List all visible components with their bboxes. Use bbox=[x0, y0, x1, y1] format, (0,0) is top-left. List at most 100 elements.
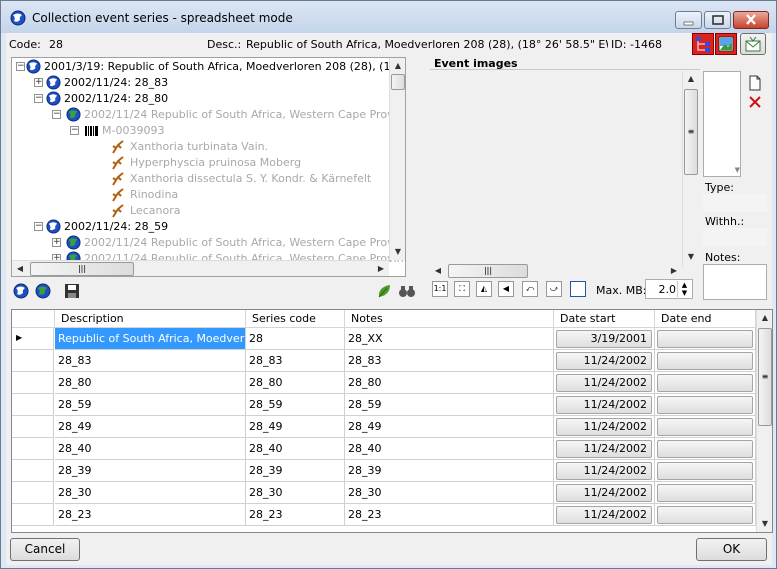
grid-cell-code[interactable]: 28_59 bbox=[246, 394, 345, 416]
grid-cell-notes[interactable]: 28_59 bbox=[345, 394, 554, 416]
row-header[interactable] bbox=[12, 350, 54, 372]
grid-cell-code[interactable]: 28 bbox=[246, 328, 345, 350]
collapse-icon[interactable]: − bbox=[34, 94, 43, 103]
scroll-left-icon[interactable]: ◀ bbox=[430, 263, 446, 279]
row-header[interactable] bbox=[12, 460, 54, 482]
col-header-date-start[interactable]: Date start bbox=[554, 310, 655, 328]
scroll-thumb[interactable]: ≡ bbox=[684, 89, 698, 175]
row-header[interactable] bbox=[12, 482, 54, 504]
grid-cell-code[interactable]: 28_30 bbox=[246, 482, 345, 504]
date-end-button[interactable] bbox=[657, 352, 753, 370]
grid-vertical-scrollbar[interactable]: ▲ ≡ ▼ bbox=[756, 310, 772, 532]
grid-cell-notes[interactable]: 28_23 bbox=[345, 504, 554, 526]
date-end-button[interactable] bbox=[657, 374, 753, 392]
grid-cell-description[interactable]: 28_23 bbox=[55, 504, 246, 526]
expand-icon[interactable]: + bbox=[34, 78, 43, 87]
grid-cell-code[interactable]: 28_23 bbox=[246, 504, 345, 526]
grid-cell-code[interactable]: 28_83 bbox=[246, 350, 345, 372]
expand-icon[interactable]: + bbox=[52, 238, 61, 247]
row-header[interactable]: ▶ bbox=[12, 328, 54, 350]
image-list-scrollbar[interactable]: ▲ ≡ ▼ bbox=[682, 71, 699, 267]
grid-cell-description[interactable]: 28_59 bbox=[55, 394, 246, 416]
fit-to-window-icon[interactable]: ⛶ bbox=[454, 281, 470, 297]
scroll-thumb[interactable]: ≡ bbox=[758, 328, 772, 426]
date-start-button[interactable]: 11/24/2002 bbox=[556, 506, 652, 524]
leaf-icon[interactable] bbox=[376, 283, 392, 299]
grid-cell-code[interactable]: 28_40 bbox=[246, 438, 345, 460]
new-document-icon[interactable] bbox=[748, 75, 762, 91]
scroll-up-icon[interactable]: ▲ bbox=[757, 310, 772, 326]
rotate-right-icon[interactable]: ⤻ bbox=[546, 281, 562, 297]
image-thumbnail-list[interactable]: ▼ bbox=[703, 71, 741, 177]
date-start-button[interactable]: 11/24/2002 bbox=[556, 484, 652, 502]
scroll-thumb[interactable]: ||| bbox=[448, 264, 528, 278]
date-start-button[interactable]: 11/24/2002 bbox=[556, 352, 652, 370]
grid-cell-description[interactable]: 28_30 bbox=[55, 482, 246, 504]
date-end-button[interactable] bbox=[657, 462, 753, 480]
scroll-left-icon[interactable]: ◀ bbox=[12, 261, 28, 276]
image-horizontal-scrollbar[interactable]: ◀ ||| ▶ bbox=[430, 263, 682, 279]
row-header[interactable] bbox=[12, 438, 54, 460]
send-feedback-button[interactable] bbox=[740, 33, 766, 55]
flip-vertical-icon[interactable]: ◀ bbox=[498, 281, 514, 297]
collapse-icon[interactable]: − bbox=[52, 110, 61, 119]
scroll-thumb[interactable] bbox=[391, 74, 405, 90]
date-end-button[interactable] bbox=[657, 330, 753, 348]
date-start-button[interactable]: 11/24/2002 bbox=[556, 396, 652, 414]
col-header-notes[interactable]: Notes bbox=[345, 310, 554, 328]
green-globe-icon[interactable] bbox=[35, 283, 51, 299]
grid-cell-description[interactable]: 28_80 bbox=[55, 372, 246, 394]
scroll-up-icon[interactable]: ▲ bbox=[390, 58, 405, 74]
grid-cell-description[interactable]: Republic of South Africa, Moedverloren bbox=[55, 328, 246, 350]
zoom-1-1-button[interactable]: 1:1 bbox=[432, 281, 448, 297]
grid-cell-notes[interactable]: 28_49 bbox=[345, 416, 554, 438]
col-header-date-end[interactable]: Date end bbox=[655, 310, 756, 328]
image-view-toggle-button[interactable] bbox=[715, 33, 737, 55]
grid-cell-code[interactable]: 28_39 bbox=[246, 460, 345, 482]
window-icon[interactable] bbox=[570, 281, 586, 297]
grid-cell-notes[interactable]: 28_40 bbox=[345, 438, 554, 460]
grid-cell-notes[interactable]: 28_39 bbox=[345, 460, 554, 482]
flip-horizontal-icon[interactable]: ◭ bbox=[476, 281, 492, 297]
max-mb-input[interactable]: 2.0 ▲ ▼ bbox=[645, 279, 693, 299]
spinner-icon[interactable]: ▲ ▼ bbox=[677, 281, 691, 297]
grid-cell-description[interactable]: 28_49 bbox=[55, 416, 246, 438]
globe-search-icon[interactable] bbox=[13, 283, 29, 299]
scroll-thumb[interactable]: ||| bbox=[30, 262, 134, 276]
grid-cell-description[interactable]: 28_39 bbox=[55, 460, 246, 482]
maximize-button[interactable] bbox=[704, 11, 731, 29]
grid-cell-description[interactable]: 28_83 bbox=[55, 350, 246, 372]
date-start-button[interactable]: 11/24/2002 bbox=[556, 462, 652, 480]
scroll-down-icon[interactable]: ▼ bbox=[757, 516, 772, 532]
date-start-button[interactable]: 11/24/2002 bbox=[556, 440, 652, 458]
grid-cell-notes[interactable]: 28_80 bbox=[345, 372, 554, 394]
col-header-series-code[interactable]: Series code bbox=[246, 310, 345, 328]
series-grid[interactable]: Description Series code Notes Date start… bbox=[11, 309, 773, 533]
date-end-button[interactable] bbox=[657, 484, 753, 502]
ok-button[interactable]: OK bbox=[696, 538, 767, 561]
grid-cell-notes[interactable]: 28_83 bbox=[345, 350, 554, 372]
date-start-button[interactable]: 3/19/2001 bbox=[556, 330, 652, 348]
tree-horizontal-scrollbar[interactable]: ◀ ||| ▶ bbox=[12, 260, 389, 276]
minimize-button[interactable] bbox=[675, 11, 702, 29]
date-end-button[interactable] bbox=[657, 418, 753, 436]
tree-view-toggle-button[interactable] bbox=[692, 33, 714, 55]
grid-cell-description[interactable]: 28_40 bbox=[55, 438, 246, 460]
rotate-left-icon[interactable]: ⤺ bbox=[522, 281, 538, 297]
date-start-button[interactable]: 11/24/2002 bbox=[556, 418, 652, 436]
row-header[interactable] bbox=[12, 394, 54, 416]
date-end-button[interactable] bbox=[657, 396, 753, 414]
scroll-down-icon[interactable]: ▼ bbox=[683, 249, 699, 265]
scroll-right-icon[interactable]: ▶ bbox=[373, 261, 389, 276]
scroll-down-icon[interactable]: ▼ bbox=[390, 244, 405, 260]
withheld-value[interactable] bbox=[703, 228, 767, 246]
delete-icon[interactable] bbox=[748, 95, 762, 109]
image-list[interactable] bbox=[430, 69, 700, 275]
grid-cell-code[interactable]: 28_80 bbox=[246, 372, 345, 394]
col-header-description[interactable]: Description bbox=[55, 310, 246, 328]
collapse-icon[interactable]: − bbox=[70, 126, 79, 135]
collapse-icon[interactable]: − bbox=[34, 222, 43, 231]
grid-cell-code[interactable]: 28_49 bbox=[246, 416, 345, 438]
save-icon[interactable] bbox=[64, 283, 80, 299]
tree-vertical-scrollbar[interactable]: ▲ ▼ bbox=[389, 58, 405, 260]
